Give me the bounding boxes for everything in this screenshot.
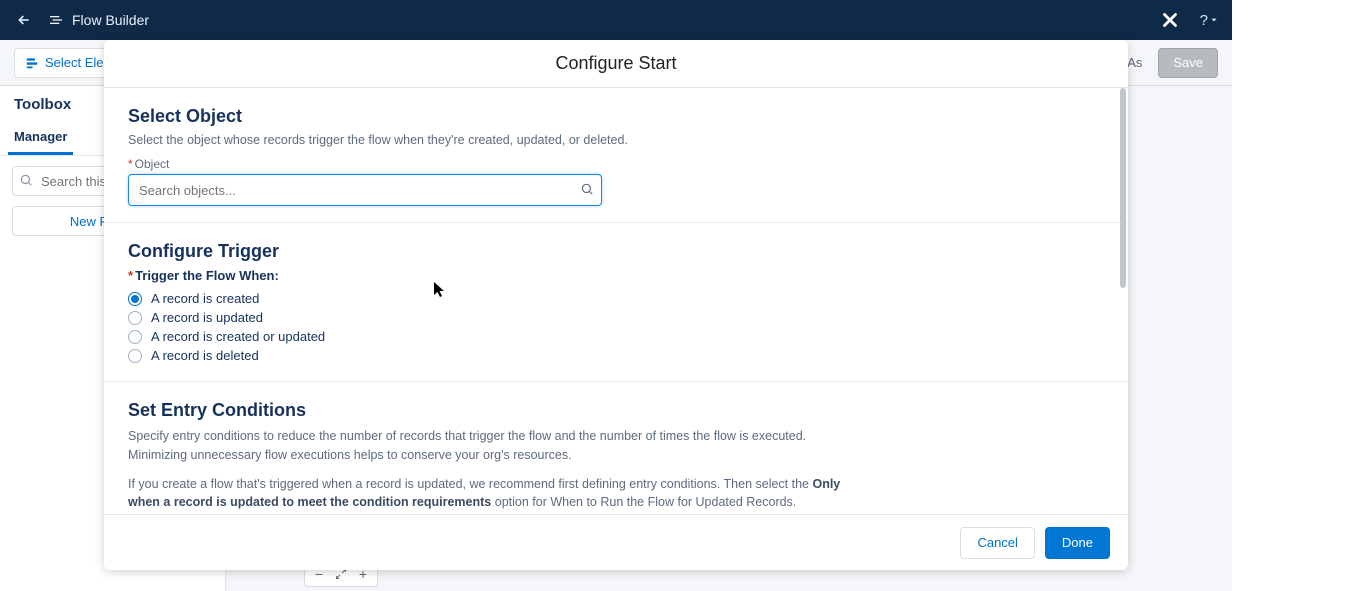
entry-conditions-section: Set Entry Conditions Specify entry condi… <box>104 382 1128 514</box>
entry-conditions-text: Specify entry conditions to reduce the n… <box>128 427 868 512</box>
search-icon <box>580 182 594 199</box>
select-object-heading: Select Object <box>128 106 1104 127</box>
entry-conditions-heading: Set Entry Conditions <box>128 400 1104 421</box>
configure-start-modal: Configure Start Select Object Select the… <box>104 40 1128 570</box>
select-object-section: Select Object Select the object whose re… <box>104 88 1128 223</box>
trigger-radio-group: *Trigger the Flow When: A record is crea… <box>128 268 1104 365</box>
trigger-option-label: A record is created or updated <box>151 329 325 344</box>
letterbox-right <box>1232 0 1352 591</box>
trigger-option-label: A record is created <box>151 291 259 306</box>
object-combobox <box>128 174 602 206</box>
trigger-option-label: A record is updated <box>151 310 263 325</box>
trigger-option-label: A record is deleted <box>151 348 259 363</box>
entry-p1: Specify entry conditions to reduce the n… <box>128 427 868 465</box>
radio-icon <box>128 330 142 344</box>
cancel-button[interactable]: Cancel <box>960 527 1034 559</box>
radio-icon <box>128 292 142 306</box>
radio-icon <box>128 311 142 325</box>
modal-footer: Cancel Done <box>104 514 1128 570</box>
modal-body: Select Object Select the object whose re… <box>104 88 1128 514</box>
trigger-option[interactable]: A record is created <box>128 289 1104 308</box>
done-button[interactable]: Done <box>1045 527 1110 559</box>
radio-icon <box>128 349 142 363</box>
trigger-label: *Trigger the Flow When: <box>128 268 1104 283</box>
modal-title: Configure Start <box>104 40 1128 88</box>
configure-trigger-heading: Configure Trigger <box>128 241 1104 262</box>
object-field-label: *Object <box>128 157 1104 171</box>
object-input[interactable] <box>128 174 602 206</box>
trigger-option[interactable]: A record is deleted <box>128 346 1104 365</box>
entry-p2: If you create a flow that's triggered wh… <box>128 475 868 513</box>
trigger-option[interactable]: A record is updated <box>128 308 1104 327</box>
configure-trigger-section: Configure Trigger *Trigger the Flow When… <box>104 223 1128 382</box>
select-object-description: Select the object whose records trigger … <box>128 133 1104 147</box>
trigger-option[interactable]: A record is created or updated <box>128 327 1104 346</box>
